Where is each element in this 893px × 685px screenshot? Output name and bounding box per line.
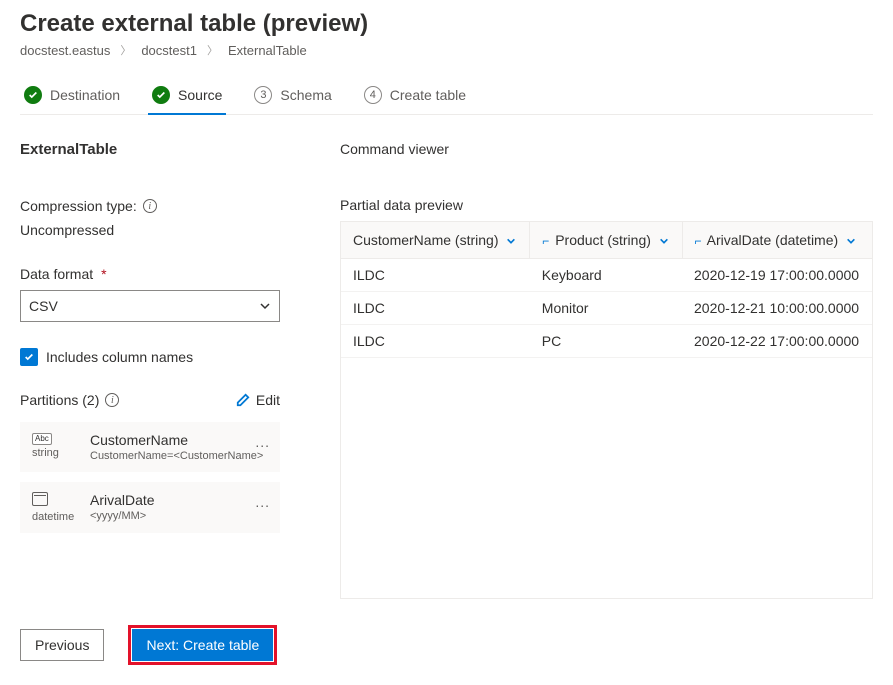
step-schema[interactable]: 3 Schema xyxy=(250,78,335,114)
partition-type: datetime xyxy=(32,511,74,523)
checkbox-label: Includes column names xyxy=(46,349,193,365)
compression-label: Compression type: i xyxy=(20,198,310,214)
table-name: ExternalTable xyxy=(20,141,310,158)
page-title: Create external table (preview) xyxy=(20,0,873,42)
table-cell: Keyboard xyxy=(530,259,682,292)
required-asterisk: * xyxy=(101,266,106,282)
step-create-table[interactable]: 4 Create table xyxy=(360,78,470,114)
table-cell: 2020-12-19 17:00:00.0000 xyxy=(682,259,872,292)
breadcrumb: docstest.eastus 〉 docstest1 〉 ExternalTa… xyxy=(20,42,873,78)
info-icon[interactable]: i xyxy=(143,199,157,213)
chevron-down-icon[interactable] xyxy=(506,236,516,246)
wizard-stepper: Destination Source 3 Schema 4 Create tab… xyxy=(20,78,873,115)
step-number-icon: 3 xyxy=(254,86,272,104)
table-cell: Monitor xyxy=(530,292,682,325)
check-circle-icon xyxy=(152,86,170,104)
partition-card[interactable]: datetime ArivalDate <yyyy/MM> ... xyxy=(20,482,280,533)
breadcrumb-current: ExternalTable xyxy=(228,43,307,58)
check-circle-icon xyxy=(24,86,42,104)
table-cell: ILDC xyxy=(341,325,530,358)
edit-partitions-button[interactable]: Edit xyxy=(236,392,280,408)
column-header[interactable]: ⌐ Product (string) xyxy=(530,222,682,259)
step-label: Create table xyxy=(390,87,466,103)
table-cell: PC xyxy=(530,325,682,358)
info-icon[interactable]: i xyxy=(105,393,119,407)
chevron-right-icon: 〉 xyxy=(120,42,131,58)
breadcrumb-item[interactable]: docstest.eastus xyxy=(20,43,110,58)
partition-name: ArivalDate xyxy=(90,492,155,508)
partition-card[interactable]: Abc string CustomerName CustomerName=<Cu… xyxy=(20,422,280,472)
table-cell: 2020-12-21 10:00:00.0000 xyxy=(682,292,872,325)
breadcrumb-item[interactable]: docstest1 xyxy=(141,43,197,58)
table-row: ILDC Monitor 2020-12-21 10:00:00.0000 xyxy=(341,292,872,325)
step-source[interactable]: Source xyxy=(148,78,226,114)
dataformat-select[interactable]: CSV xyxy=(20,290,280,322)
next-create-table-button[interactable]: Next: Create table xyxy=(132,629,273,661)
preview-table: CustomerName (string) ⌐ Product (string) xyxy=(340,221,873,599)
include-column-names-checkbox[interactable]: Includes column names xyxy=(20,348,310,366)
more-icon[interactable]: ... xyxy=(255,494,270,510)
preview-title: Partial data preview xyxy=(340,197,873,213)
dataformat-label: Data format * xyxy=(20,266,310,282)
chevron-down-icon[interactable] xyxy=(846,236,856,246)
partition-detail: <yyyy/MM> xyxy=(90,510,155,522)
pencil-icon xyxy=(236,393,250,407)
dataformat-value: CSV xyxy=(29,298,58,314)
table-empty-space xyxy=(341,358,872,598)
table-row: ILDC Keyboard 2020-12-19 17:00:00.0000 xyxy=(341,259,872,292)
command-viewer-label: Command viewer xyxy=(340,141,873,157)
preview-panel: Command viewer Partial data preview Cust… xyxy=(340,141,873,599)
partition-type: string xyxy=(32,447,59,459)
step-number-icon: 4 xyxy=(364,86,382,104)
chevron-down-icon[interactable] xyxy=(659,236,669,246)
table-cell: ILDC xyxy=(341,259,530,292)
table-cell: 2020-12-22 17:00:00.0000 xyxy=(682,325,872,358)
table-row: ILDC PC 2020-12-22 17:00:00.0000 xyxy=(341,325,872,358)
partitions-label: Partitions (2) i xyxy=(20,392,119,408)
calendar-type-icon xyxy=(32,492,48,506)
chevron-right-icon: 〉 xyxy=(207,42,218,58)
wizard-footer: Previous Next: Create table xyxy=(20,599,873,665)
highlight-frame: Next: Create table xyxy=(128,625,277,665)
compression-value: Uncompressed xyxy=(20,222,310,238)
more-icon[interactable]: ... xyxy=(255,434,270,450)
checkbox-checked-icon xyxy=(20,348,38,366)
table-cell: ILDC xyxy=(341,292,530,325)
key-icon: ⌐ xyxy=(542,234,549,248)
form-panel: ExternalTable Compression type: i Uncomp… xyxy=(20,141,310,599)
column-header[interactable]: ⌐ ArivalDate (datetime) xyxy=(682,222,872,259)
preview-table-body: ILDC Keyboard 2020-12-19 17:00:00.0000 I… xyxy=(341,259,872,358)
partition-name: CustomerName xyxy=(90,432,263,448)
partition-detail: CustomerName=<CustomerName> xyxy=(90,450,263,462)
column-header[interactable]: CustomerName (string) xyxy=(341,222,530,259)
key-icon: ⌐ xyxy=(695,234,702,248)
chevron-down-icon xyxy=(259,300,271,312)
step-destination[interactable]: Destination xyxy=(20,78,124,114)
step-label: Source xyxy=(178,87,222,103)
step-label: Destination xyxy=(50,87,120,103)
previous-button[interactable]: Previous xyxy=(20,629,104,661)
string-type-icon: Abc xyxy=(32,433,52,445)
step-label: Schema xyxy=(280,87,331,103)
